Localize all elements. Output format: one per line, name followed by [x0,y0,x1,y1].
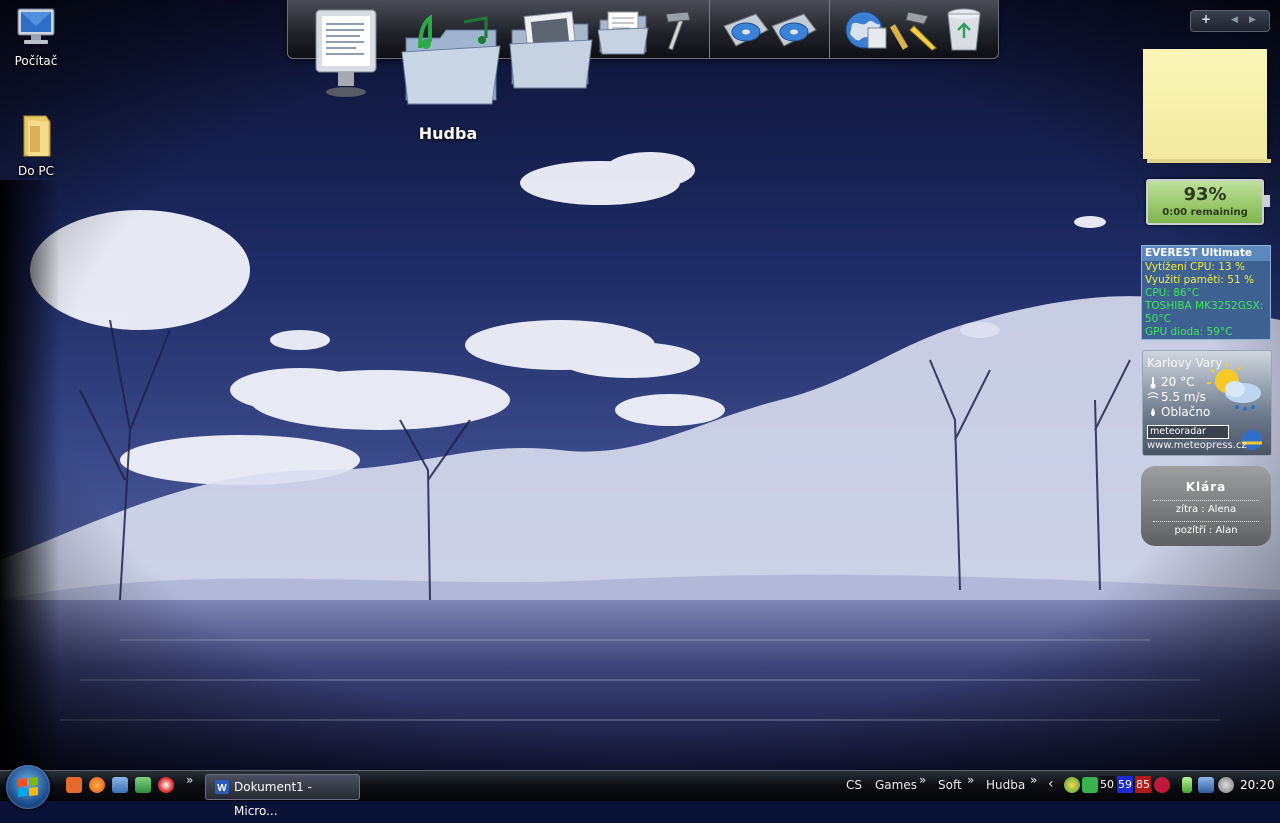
dock-item-dvd-drive[interactable] [722,12,770,56]
battery-gadget[interactable]: 93% 0:00 remaining [1146,179,1270,225]
battery-nub [1264,195,1270,207]
meteoradar-link[interactable]: meteoradar [1147,425,1229,439]
next-page-button[interactable]: ▶ [1249,15,1256,25]
weather-temperature: 20 °C [1161,375,1195,389]
desktop-wallpaper [0,0,1280,770]
tray-battery-icon[interactable] [1182,777,1192,793]
taskbar-button-word[interactable]: W Dokument1 - Micro... [205,774,360,818]
dock-item-recycle-bin[interactable] [944,6,984,58]
dock-item-internet[interactable] [842,6,890,58]
everest-gpu-temp: GPU dioda: 59°C [1145,326,1233,338]
dock-separator [829,0,830,58]
opera-icon[interactable] [158,777,174,793]
rain-drop-icon [1151,408,1155,416]
quicklaunch-more-button[interactable]: » [186,773,193,787]
tray-volume-icon[interactable] [1218,777,1234,793]
system-tools-icon [889,11,937,51]
dock-item-photos-folder[interactable] [508,10,594,94]
battery-percent: 93% [1183,184,1227,205]
wind-icon [1147,392,1159,399]
dvd-drive-icon [723,13,769,47]
photos-folder-icon [509,11,593,89]
toolbar-games-chevron[interactable]: » [919,773,926,787]
svg-text:W: W [217,783,227,794]
weather-wind: 5.5 m/s [1161,390,1206,404]
desktop-icon-computer[interactable]: Počítač [0,6,72,68]
tray-app-icon[interactable] [1064,777,1080,793]
computer-icon [17,8,55,44]
toolbar-hudba-chevron[interactable]: » [1030,773,1037,787]
language-indicator[interactable]: CS [846,778,862,792]
nameday-today: Klára [1185,480,1227,494]
windows-logo-icon [18,777,38,797]
tray-value-2[interactable]: 59 [1117,776,1133,793]
previous-page-button[interactable]: ◀ [1231,15,1238,25]
desktop-icon-label: Do PC [17,164,54,178]
everest-cpu-usage: Vytížení CPU: 13 % [1145,261,1245,273]
dock-item-document-viewer[interactable] [310,6,382,102]
nameday-after-tomorrow: pozítří : Alan [1153,521,1259,536]
tray-network-icon[interactable] [1198,777,1214,793]
firefox-icon[interactable] [89,777,105,793]
recycle-bin-icon [947,8,981,51]
toolbar-hudba[interactable]: Hudba [986,778,1025,792]
dock-hover-label: Hudba [418,124,478,143]
sidebar-toolbar: + ◀ ▶ [1190,10,1270,32]
weather-site-link[interactable]: www.meteopress.cz [1147,440,1247,451]
tray-network-monitor-icon[interactable] [1082,777,1098,793]
nameday-tomorrow: zítra : Alena [1153,500,1259,515]
dock-item-tools[interactable] [656,8,696,56]
taskbar: » W Dokument1 - Micro... CS Games » Soft… [0,765,1280,818]
tray-security-icon[interactable] [1154,777,1170,793]
toolbar-soft-chevron[interactable]: » [967,773,974,787]
document-viewer-icon [315,9,377,97]
music-folder-icon [401,14,501,105]
everest-memory-usage: Využití paměti: 51 % [1145,274,1254,286]
everest-gadget[interactable]: EVEREST Ultimate Vytížení CPU: 13 % Využ… [1141,245,1271,340]
sticky-note-gadget[interactable] [1143,49,1271,163]
add-gadget-button[interactable]: + [1201,12,1211,26]
everest-disk-temp: TOSHIBA MK3252GSX: 50°C [1145,300,1264,325]
tray-expand-arrow-icon[interactable]: ‹ [1048,776,1054,792]
desktop-icon-label: Počítač [14,54,58,68]
dock-item-system-tools[interactable] [888,8,940,56]
everest-cpu-temp: CPU: 86°C [1145,287,1200,299]
quicklaunch-app-icon[interactable] [66,777,82,793]
toolbar-soft[interactable]: Soft [938,778,962,792]
toolbar-games[interactable]: Games [875,778,917,792]
everest-title: EVEREST Ultimate [1142,246,1270,261]
cd-drive-icon [771,13,817,47]
start-button[interactable] [6,765,50,809]
taskbar-clock[interactable]: 20:20 [1240,778,1275,792]
dock-item-music-folder[interactable] [400,12,504,112]
documents-folder-icon [597,11,649,55]
dock-item-documents-folder[interactable] [597,10,650,60]
quicklaunch-tool-icon[interactable] [135,777,151,793]
thermometer-icon [1150,377,1156,389]
battery-remaining: 0:00 remaining [1162,207,1248,218]
tools-hammer-icon [665,11,691,51]
explorer-icon[interactable] [112,777,128,793]
tray-value-1[interactable]: 50 [1099,776,1115,793]
folder-icon [23,115,51,157]
partly-cloudy-icon [1207,363,1261,411]
weather-row-icons [1147,377,1159,416]
desktop-icon-do-pc[interactable]: Do PC [0,112,72,178]
internet-globe-icon [845,11,887,49]
dock-separator [709,0,710,58]
taskbar-button-label: Dokument1 - Micro... [234,780,312,818]
nameday-gadget[interactable]: Klára zítra : Alena pozítří : Alan [1141,466,1271,546]
word-document-icon: W [215,780,229,794]
weather-gadget[interactable]: Karlovy Vary 20 °C 5.5 m/s Oblačno meteo… [1142,350,1272,456]
dock-item-cd-drive[interactable] [770,12,818,56]
tray-value-3[interactable]: 85 [1135,776,1151,793]
